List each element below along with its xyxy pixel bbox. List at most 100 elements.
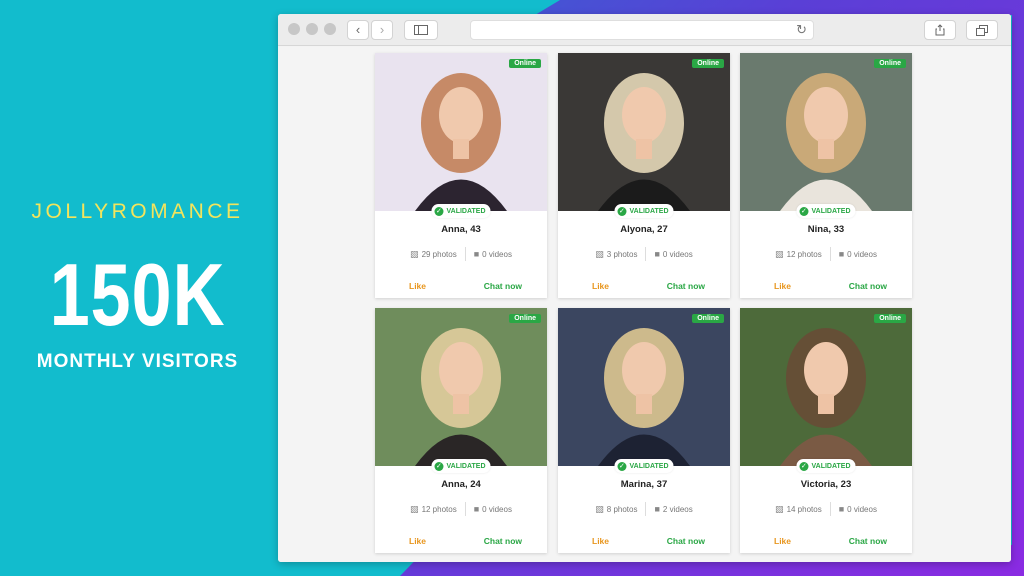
video-count[interactable]: ■ 0 videos bbox=[831, 249, 885, 259]
chat-now-button[interactable]: Chat now bbox=[484, 536, 522, 546]
photo-count-label: 3 photos bbox=[606, 249, 638, 259]
profile-card[interactable]: Online ✓ VALIDATED Alyona, 27 ▧ 3 photos … bbox=[558, 53, 730, 298]
video-count[interactable]: ■ 0 videos bbox=[466, 249, 520, 259]
profile-card[interactable]: Online ✓ VALIDATED Victoria, 23 ▧ 14 phot… bbox=[740, 308, 912, 553]
profile-card[interactable]: Online ✓ VALIDATED Anna, 43 ▧ 29 photos ■… bbox=[375, 53, 547, 298]
profile-name[interactable]: Marina, 37 bbox=[558, 479, 730, 490]
online-badge: Online bbox=[692, 59, 724, 68]
photos-icon: ▧ bbox=[595, 248, 604, 259]
share-button[interactable] bbox=[924, 20, 956, 40]
profile-name[interactable]: Anna, 24 bbox=[375, 479, 547, 490]
minimize-window-dot[interactable] bbox=[306, 23, 318, 35]
online-badge: Online bbox=[692, 314, 724, 323]
online-badge: Online bbox=[509, 314, 541, 323]
validated-badge: ✓ VALIDATED bbox=[796, 459, 856, 473]
profile-photo[interactable] bbox=[375, 308, 547, 466]
photo-count-label: 14 photos bbox=[786, 504, 822, 514]
profile-name[interactable]: Victoria, 23 bbox=[740, 479, 912, 490]
chat-now-button[interactable]: Chat now bbox=[484, 281, 522, 291]
check-shield-icon: ✓ bbox=[799, 206, 809, 216]
profile-photo[interactable] bbox=[558, 53, 730, 211]
photo-count[interactable]: ▧ 3 photos bbox=[587, 249, 645, 260]
like-button[interactable]: Like bbox=[592, 281, 609, 291]
validated-badge: ✓ VALIDATED bbox=[614, 459, 674, 473]
photos-icon: ▧ bbox=[410, 248, 419, 259]
video-count[interactable]: ■ 0 videos bbox=[831, 504, 885, 514]
profile-grid: Online ✓ VALIDATED Anna, 43 ▧ 29 photos ■… bbox=[278, 47, 1011, 562]
profile-card[interactable]: Online ✓ VALIDATED Anna, 24 ▧ 12 photos ■… bbox=[375, 308, 547, 553]
profile-name[interactable]: Anna, 43 bbox=[375, 224, 547, 235]
photo-count[interactable]: ▧ 8 photos bbox=[587, 504, 645, 515]
close-window-dot[interactable] bbox=[288, 23, 300, 35]
video-count[interactable]: ■ 0 videos bbox=[646, 249, 700, 259]
video-camera-icon: ■ bbox=[473, 249, 480, 259]
like-button[interactable]: Like bbox=[774, 281, 791, 291]
forward-button[interactable]: › bbox=[371, 20, 393, 40]
back-button[interactable]: ‹ bbox=[347, 20, 369, 40]
profile-photo-image bbox=[375, 53, 547, 211]
photo-count-label: 12 photos bbox=[421, 504, 457, 514]
profile-card[interactable]: Online ✓ VALIDATED Nina, 33 ▧ 12 photos ■… bbox=[740, 53, 912, 298]
promo-panel: JOLLYROMANCE 150K MONTHLY VISITORS bbox=[0, 0, 275, 576]
photos-icon: ▧ bbox=[595, 503, 604, 514]
profile-name[interactable]: Alyona, 27 bbox=[558, 224, 730, 235]
sidebar-button[interactable] bbox=[404, 20, 438, 40]
visitor-count: 150K bbox=[49, 245, 226, 344]
profile-card[interactable]: Online ✓ VALIDATED Marina, 37 ▧ 8 photos … bbox=[558, 308, 730, 553]
video-count-label: 0 videos bbox=[847, 504, 877, 514]
photo-count[interactable]: ▧ 12 photos bbox=[767, 249, 830, 260]
tabs-button[interactable] bbox=[966, 20, 998, 40]
check-shield-icon: ✓ bbox=[434, 461, 444, 471]
media-stats: ▧ 14 photos ■ 0 videos bbox=[740, 501, 912, 517]
brand-name: JOLLYROMANCE bbox=[31, 200, 244, 223]
chat-now-button[interactable]: Chat now bbox=[667, 281, 705, 291]
photo-count[interactable]: ▧ 29 photos bbox=[402, 249, 465, 260]
validated-badge: ✓ VALIDATED bbox=[431, 204, 491, 218]
photos-icon: ▧ bbox=[775, 248, 784, 259]
profile-photo-image bbox=[740, 308, 912, 466]
video-count-label: 0 videos bbox=[482, 504, 512, 514]
profile-photo[interactable] bbox=[375, 53, 547, 211]
online-badge: Online bbox=[509, 59, 541, 68]
chat-now-button[interactable]: Chat now bbox=[849, 536, 887, 546]
photo-count[interactable]: ▧ 12 photos bbox=[402, 504, 465, 515]
chat-now-button[interactable]: Chat now bbox=[849, 281, 887, 291]
video-count-label: 0 videos bbox=[482, 249, 512, 259]
tabs-icon bbox=[976, 25, 988, 36]
profile-photo[interactable] bbox=[740, 308, 912, 466]
video-count[interactable]: ■ 2 videos bbox=[646, 504, 700, 514]
video-camera-icon: ■ bbox=[838, 504, 845, 514]
online-badge: Online bbox=[874, 59, 906, 68]
like-button[interactable]: Like bbox=[592, 536, 609, 546]
like-button[interactable]: Like bbox=[409, 281, 426, 291]
profile-photo[interactable] bbox=[558, 308, 730, 466]
visitor-label: MONTHLY VISITORS bbox=[36, 351, 239, 372]
check-shield-icon: ✓ bbox=[617, 461, 627, 471]
video-count-label: 2 videos bbox=[662, 504, 693, 514]
address-bar[interactable]: ↻ bbox=[470, 20, 814, 40]
validated-label: VALIDATED bbox=[446, 207, 486, 215]
like-button[interactable]: Like bbox=[774, 536, 791, 546]
validated-label: VALIDATED bbox=[629, 462, 669, 470]
video-camera-icon: ■ bbox=[473, 504, 480, 514]
photos-icon: ▧ bbox=[410, 503, 419, 514]
media-stats: ▧ 12 photos ■ 0 videos bbox=[375, 501, 547, 517]
zoom-window-dot[interactable] bbox=[324, 23, 336, 35]
video-count-label: 0 videos bbox=[847, 249, 877, 259]
profile-photo-image bbox=[558, 53, 730, 211]
profile-name[interactable]: Nina, 33 bbox=[740, 224, 912, 235]
reload-icon[interactable]: ↻ bbox=[796, 22, 807, 38]
validated-badge: ✓ VALIDATED bbox=[796, 204, 856, 218]
chat-now-button[interactable]: Chat now bbox=[667, 536, 705, 546]
share-icon bbox=[935, 24, 945, 36]
profile-photo-image bbox=[740, 53, 912, 211]
video-count[interactable]: ■ 0 videos bbox=[466, 504, 520, 514]
validated-label: VALIDATED bbox=[811, 462, 851, 470]
validated-label: VALIDATED bbox=[629, 207, 669, 215]
video-camera-icon: ■ bbox=[654, 249, 660, 259]
profile-photo-image bbox=[558, 308, 730, 466]
profile-photo[interactable] bbox=[740, 53, 912, 211]
photo-count[interactable]: ▧ 14 photos bbox=[767, 504, 830, 515]
media-stats: ▧ 3 photos ■ 0 videos bbox=[558, 246, 730, 262]
like-button[interactable]: Like bbox=[409, 536, 426, 546]
